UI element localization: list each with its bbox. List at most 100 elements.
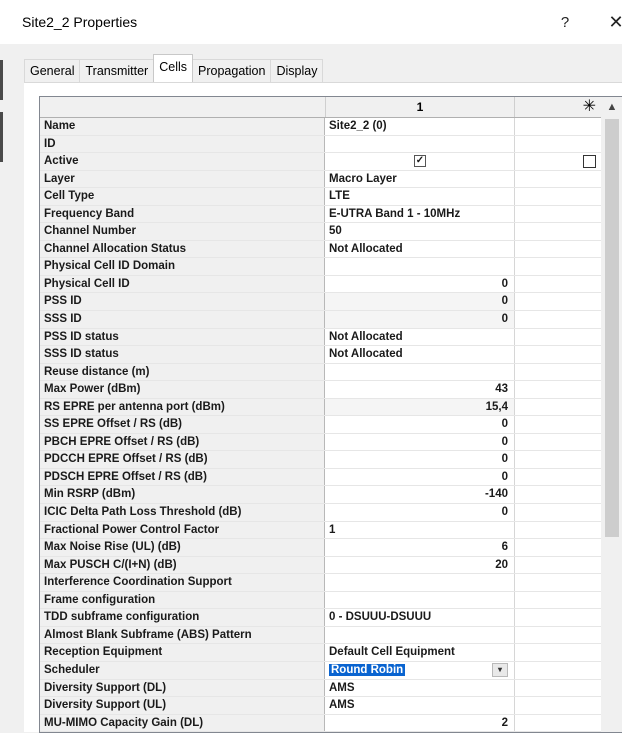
tab-propagation[interactable]: Propagation [192, 59, 272, 82]
property-value[interactable]: 0 [325, 275, 515, 293]
property-value[interactable]: AMS [325, 679, 515, 697]
new-column-cell[interactable] [515, 486, 601, 503]
property-value[interactable]: 0 - DSUUU-DSUUU [325, 609, 515, 626]
property-value[interactable]: 0 [325, 504, 515, 521]
property-value[interactable]: 0 [325, 433, 515, 451]
table-row: PDSCH EPRE Offset / RS (dB) 0 [40, 468, 601, 487]
property-value[interactable]: -140 [325, 486, 515, 504]
table-row: Channel Allocation Status Not Allocated [40, 240, 601, 259]
property-value-text: 0 [501, 506, 508, 519]
new-column-cell[interactable] [515, 171, 601, 188]
new-column-cell[interactable] [515, 522, 601, 539]
new-column-cell[interactable] [515, 311, 601, 328]
close-button[interactable]: ✕ [596, 8, 622, 36]
new-column-cell[interactable] [515, 609, 601, 626]
new-column-cell[interactable] [515, 574, 601, 591]
new-column-cell[interactable] [515, 557, 601, 574]
property-value-text: E-UTRA Band 1 - 10MHz [329, 207, 461, 220]
new-column-cell[interactable] [515, 662, 601, 679]
property-value-text: Default Cell Equipment [329, 646, 455, 659]
new-column-cell[interactable] [515, 153, 601, 170]
property-value[interactable]: 6 [325, 539, 515, 556]
new-column-cell[interactable] [515, 364, 601, 381]
new-column-cell[interactable] [515, 329, 601, 346]
property-value[interactable] [325, 363, 515, 381]
property-value[interactable]: 0 [325, 293, 515, 311]
property-value-text: 0 [501, 277, 508, 290]
property-value[interactable] [325, 591, 515, 609]
new-column-cell[interactable] [515, 715, 601, 732]
property-value[interactable]: Not Allocated [325, 328, 515, 346]
property-value[interactable]: 43 [325, 381, 515, 398]
new-column-cell[interactable] [515, 346, 601, 363]
dropdown-arrow-icon[interactable]: ▾ [492, 662, 508, 677]
tab-general[interactable]: General [24, 59, 81, 82]
new-column-cell[interactable] [515, 293, 601, 310]
help-button[interactable]: ? [545, 8, 585, 36]
new-column-cell[interactable] [515, 241, 601, 258]
new-column-cell[interactable] [515, 381, 601, 398]
property-value[interactable]: AMS [325, 697, 515, 714]
new-column-header[interactable]: ✳ [515, 97, 600, 117]
property-value-text: 0 [501, 313, 508, 326]
property-value[interactable]: 0 [325, 311, 515, 328]
property-value[interactable]: 0 [325, 416, 515, 433]
property-value[interactable]: 20 [325, 556, 515, 574]
new-cell-active-checkbox[interactable] [583, 155, 596, 169]
new-column-cell[interactable] [515, 416, 601, 433]
property-value[interactable]: LTE [325, 188, 515, 205]
property-value[interactable] [325, 574, 515, 591]
tab-transmitter[interactable]: Transmitter [79, 59, 155, 82]
property-value[interactable] [325, 626, 515, 644]
property-value[interactable]: Default Cell Equipment [325, 644, 515, 661]
tab-strip: General Transmitter Cells Propagation Di… [24, 54, 324, 82]
new-column-cell[interactable] [515, 399, 601, 416]
scrollbar-thumb[interactable] [605, 119, 619, 537]
new-column-cell[interactable] [515, 592, 601, 609]
new-column-cell[interactable] [515, 434, 601, 451]
tab-cells[interactable]: Cells [153, 54, 194, 82]
property-value[interactable]: Site2_2 (0) [325, 118, 515, 135]
property-value[interactable] [325, 135, 515, 153]
new-column-cell[interactable] [515, 627, 601, 644]
property-value[interactable]: ✓ [325, 153, 515, 170]
property-value[interactable]: Not Allocated [325, 346, 515, 363]
property-value[interactable]: E-UTRA Band 1 - 10MHz [325, 205, 515, 223]
scheduler-selected-value[interactable]: Round Robin [329, 663, 406, 676]
property-value[interactable] [325, 258, 515, 275]
property-value[interactable]: Macro Layer [325, 170, 515, 188]
scroll-up-arrow-icon[interactable]: ▲ [601, 97, 622, 117]
new-column-cell[interactable] [515, 539, 601, 556]
property-value[interactable]: 0 [325, 451, 515, 468]
property-value[interactable]: 50 [325, 223, 515, 240]
property-value[interactable]: Round Robin ▾ [325, 661, 515, 679]
column-header-1[interactable]: 1 [326, 97, 515, 117]
property-name: Max Power (dBm) [40, 381, 325, 398]
property-value[interactable]: Not Allocated [325, 240, 515, 258]
property-value-text: Not Allocated [329, 330, 403, 343]
tab-display[interactable]: Display [270, 59, 324, 82]
property-value[interactable]: 0 [325, 468, 515, 486]
new-column-cell[interactable] [515, 258, 601, 275]
header-corner [40, 97, 326, 117]
new-column-cell[interactable] [515, 206, 601, 223]
new-column-cell[interactable] [515, 223, 601, 240]
new-column-cell[interactable] [515, 118, 601, 135]
property-value[interactable]: 1 [325, 521, 515, 539]
active-checkbox[interactable]: ✓ [414, 155, 426, 168]
property-name: Interference Coordination Support [40, 574, 325, 591]
new-column-cell[interactable] [515, 276, 601, 293]
new-column-cell[interactable] [515, 504, 601, 521]
new-column-cell[interactable] [515, 680, 601, 697]
new-column-cell[interactable] [515, 451, 601, 468]
new-column-cell[interactable] [515, 697, 601, 714]
new-column-cell[interactable] [515, 644, 601, 661]
new-column-cell[interactable] [515, 136, 601, 153]
new-column-cell[interactable] [515, 469, 601, 486]
vertical-scrollbar[interactable] [601, 117, 622, 732]
property-value[interactable]: 15,4 [325, 398, 515, 416]
property-name: Max Noise Rise (UL) (dB) [40, 539, 325, 556]
property-name: Max PUSCH C/(I+N) (dB) [40, 556, 325, 574]
new-column-cell[interactable] [515, 188, 601, 205]
property-value[interactable]: 2 [325, 714, 515, 732]
